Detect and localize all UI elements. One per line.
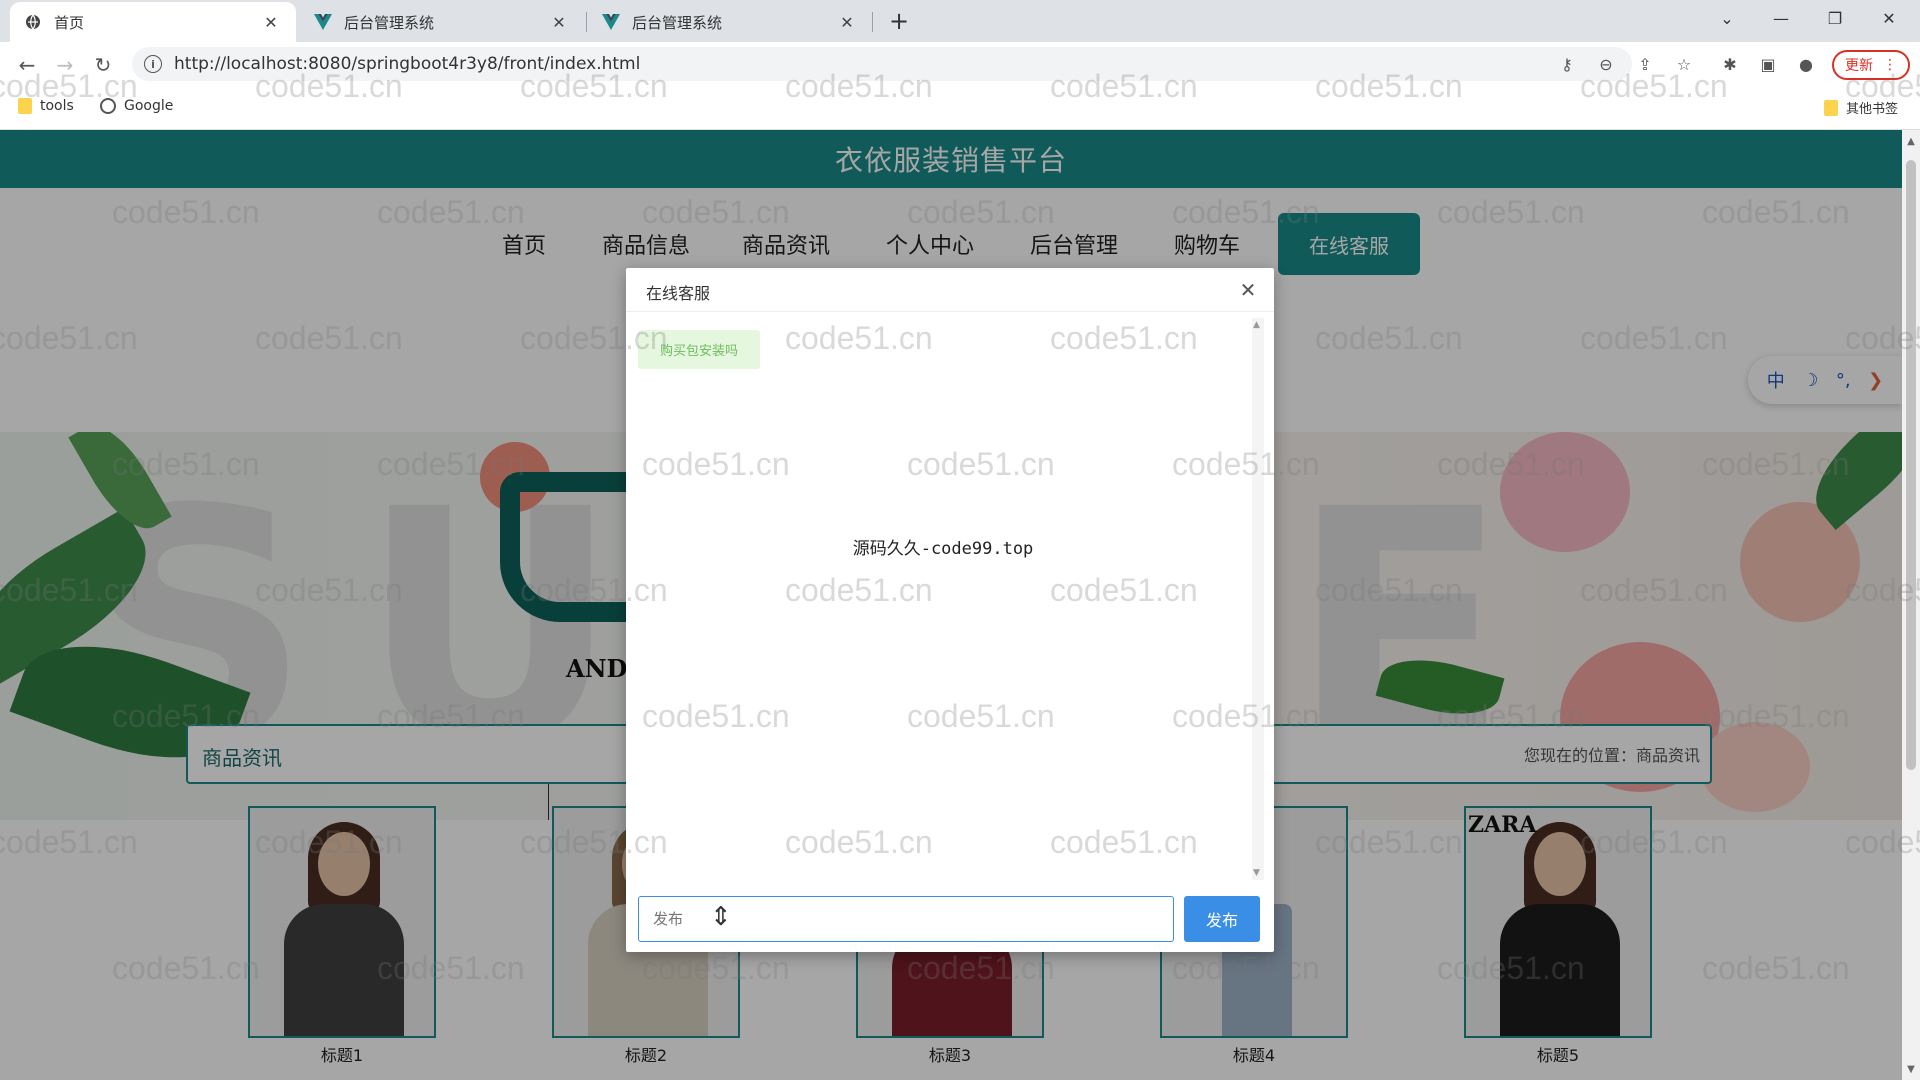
scroll-up-icon[interactable]: ▲ — [1905, 136, 1917, 148]
side-panel-icon[interactable]: ▣ — [1756, 52, 1780, 76]
address-bar[interactable]: i http://localhost:8080/springboot4r3y8/… — [132, 47, 1632, 81]
close-icon[interactable]: ✕ — [260, 11, 282, 33]
chat-dialog: 在线客服 ✕ 购买包安装吗 源码久久-code99.top ▲ ▼ ⇕ 发布 — [626, 268, 1274, 952]
update-button[interactable]: 更新 ⋮ — [1832, 50, 1910, 80]
globe-icon — [24, 13, 42, 31]
browser-toolbar: ← → ↻ i http://localhost:8080/springboot… — [0, 42, 1920, 88]
reload-icon[interactable]: ↻ — [88, 50, 118, 80]
bookmark-tools[interactable]: tools — [18, 98, 74, 114]
chat-message: 购买包安装吗 — [638, 330, 761, 369]
folder-icon — [1824, 99, 1838, 116]
update-label: 更新 — [1845, 58, 1873, 74]
close-icon[interactable]: ✕ — [548, 11, 570, 33]
back-icon[interactable]: ← — [12, 50, 42, 80]
forward-icon[interactable]: → — [50, 50, 80, 80]
url-text: http://localhost:8080/springboot4r3y8/fr… — [174, 54, 641, 74]
bookmarks-bar: tools Google 其他书签 — [0, 88, 1920, 130]
bookmark-other[interactable]: 其他书签 — [1824, 98, 1898, 117]
tab-separator — [586, 12, 587, 32]
scroll-down-icon[interactable]: ▼ — [1905, 1064, 1917, 1076]
dialog-header: 在线客服 ✕ — [626, 268, 1274, 312]
browser-tab-bar: 首页 ✕ 后台管理系统 ✕ 后台管理系统 ✕ + ⌄ — ❐ ✕ — [0, 0, 1920, 42]
dialog-title: 在线客服 — [646, 284, 711, 303]
tab-title: 后台管理系统 — [344, 13, 435, 32]
tab-admin-1[interactable]: 后台管理系统 ✕ — [300, 2, 584, 42]
scroll-up-icon[interactable]: ▲ — [1253, 320, 1260, 330]
globe-icon — [100, 98, 116, 114]
bookmark-label: Google — [124, 98, 174, 114]
bookmark-label: 其他书签 — [1846, 102, 1899, 117]
bookmark-label: tools — [40, 98, 74, 114]
send-button[interactable]: 发布 — [1184, 896, 1260, 942]
scroll-down-icon[interactable]: ▼ — [1253, 868, 1260, 878]
tab-separator — [872, 12, 873, 32]
vue-logo-icon — [602, 13, 620, 31]
zoom-out-icon[interactable]: ⊖ — [1594, 52, 1618, 76]
extensions-icon[interactable]: ✱ — [1718, 52, 1742, 76]
window-close-icon[interactable]: ✕ — [1862, 0, 1916, 36]
info-icon[interactable]: i — [144, 55, 162, 73]
tab-home[interactable]: 首页 ✕ — [10, 2, 296, 42]
close-icon[interactable]: ✕ — [836, 11, 858, 33]
more-menu-icon: ⋮ — [1883, 57, 1897, 73]
star-icon[interactable]: ☆ — [1672, 52, 1696, 76]
new-tab-icon[interactable]: + — [884, 6, 914, 36]
minimize-icon[interactable]: — — [1754, 0, 1808, 36]
folder-icon — [18, 98, 32, 114]
tab-search-icon[interactable]: ⌄ — [1700, 0, 1754, 36]
vue-logo-icon — [314, 13, 332, 31]
chat-scrollbar[interactable]: ▲ ▼ — [1252, 318, 1264, 880]
bookmark-google[interactable]: Google — [100, 98, 173, 114]
text-cursor-icon: ⇕ — [710, 902, 732, 932]
page-scrollbar[interactable]: ▲ ▼ — [1902, 130, 1920, 1080]
profile-icon[interactable]: ● — [1794, 52, 1818, 76]
chat-messages[interactable]: 购买包安装吗 源码久久-code99.top — [636, 318, 1250, 880]
watermark-text: 源码久久-code99.top — [852, 539, 1034, 559]
restore-icon[interactable]: ❐ — [1808, 0, 1862, 36]
scroll-thumb[interactable] — [1906, 160, 1916, 770]
tab-title: 首页 — [54, 13, 85, 32]
tab-title: 后台管理系统 — [632, 13, 723, 32]
close-icon[interactable]: ✕ — [1236, 278, 1260, 302]
tab-admin-2[interactable]: 后台管理系统 ✕ — [588, 2, 872, 42]
key-icon[interactable]: ⚷ — [1555, 52, 1579, 76]
share-icon[interactable]: ⇪ — [1633, 52, 1657, 76]
